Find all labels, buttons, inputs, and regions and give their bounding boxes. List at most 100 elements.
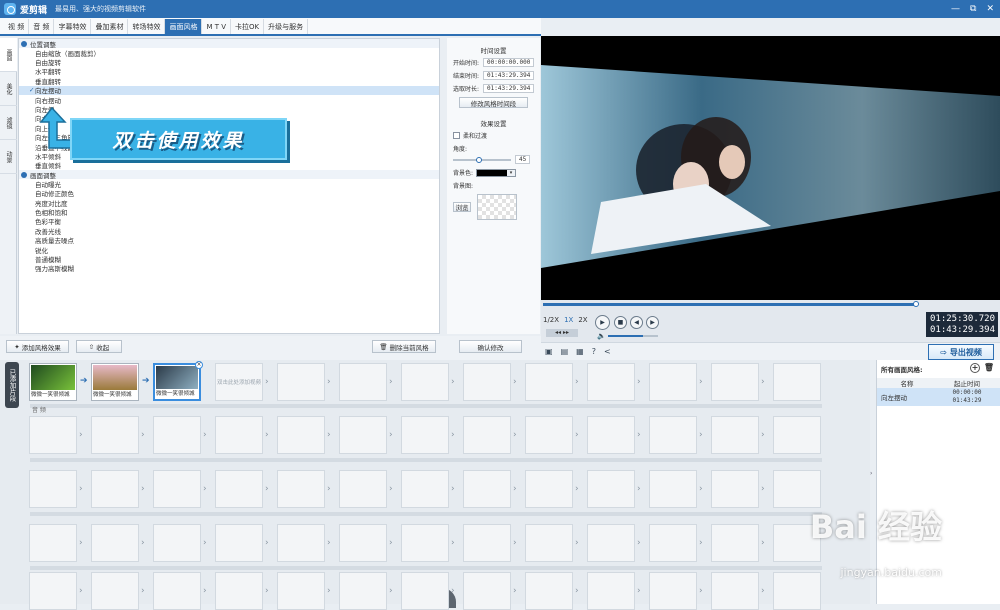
empty-slot[interactable]: [91, 524, 139, 562]
list-item[interactable]: 强力高斯模糊: [19, 264, 439, 273]
collapse-button[interactable]: ⇧ 收起: [76, 340, 122, 353]
bg-color-picker[interactable]: ▾: [476, 168, 517, 177]
list-item[interactable]: 亮度对比度: [19, 198, 439, 208]
empty-slot[interactable]: [277, 416, 325, 454]
empty-slot[interactable]: [29, 416, 77, 454]
empty-slot[interactable]: [773, 572, 821, 610]
confirm-button[interactable]: 确认修改: [459, 340, 522, 353]
empty-slot[interactable]: [339, 363, 387, 401]
empty-slot[interactable]: [587, 416, 635, 454]
tab-audio[interactable]: 音 频: [29, 19, 55, 34]
empty-slot[interactable]: [525, 470, 573, 508]
empty-slot[interactable]: [277, 470, 325, 508]
empty-slot[interactable]: [29, 470, 77, 508]
list-item[interactable]: 普通模糊: [19, 254, 439, 264]
volume-slider[interactable]: [608, 335, 658, 337]
export-video-button[interactable]: ⇨ 导出视频: [928, 344, 994, 360]
empty-slot[interactable]: [525, 524, 573, 562]
list-item[interactable]: 自动修正颜色: [19, 188, 439, 198]
empty-slot[interactable]: [463, 524, 511, 562]
open-folder-icon[interactable]: ▤: [561, 347, 569, 356]
group-adjust[interactable]: 画面调整: [19, 170, 439, 180]
save-as-icon[interactable]: ▦: [576, 347, 584, 356]
empty-slot[interactable]: [277, 524, 325, 562]
angle-value[interactable]: 45: [515, 155, 531, 164]
empty-slot[interactable]: [773, 363, 821, 401]
empty-slot[interactable]: [649, 470, 697, 508]
speed-half[interactable]: 1/2X: [543, 316, 559, 324]
chevron-down-icon[interactable]: ▾: [507, 169, 516, 176]
prev-frame-icon[interactable]: ◀: [630, 316, 643, 329]
minimize-icon[interactable]: —: [951, 4, 960, 14]
empty-slot[interactable]: [215, 524, 263, 562]
progress-knob[interactable]: [913, 301, 920, 307]
speed-2x[interactable]: 2X: [578, 316, 587, 324]
tab-upgrade[interactable]: 升级与服务: [264, 19, 309, 34]
empty-slot[interactable]: [649, 524, 697, 562]
empty-slot[interactable]: [339, 470, 387, 508]
empty-slot[interactable]: [277, 363, 325, 401]
clip-3[interactable]: 微微一笑很倾城 ×: [153, 361, 203, 401]
empty-slot[interactable]: [649, 416, 697, 454]
rewind-icon[interactable]: ◂◂ ▸▸: [546, 329, 578, 337]
restore-icon[interactable]: ⧉: [970, 4, 976, 14]
empty-slot[interactable]: [525, 363, 573, 401]
table-row[interactable]: 向左摆动 00:00:00 01:43:29: [877, 388, 1000, 406]
help-icon[interactable]: ?: [592, 347, 596, 356]
empty-slot[interactable]: [29, 572, 77, 610]
next-frame-icon[interactable]: ▶: [646, 316, 659, 329]
speed-1x[interactable]: 1X: [564, 316, 573, 324]
list-item[interactable]: 水平翻转: [19, 67, 439, 76]
list-item[interactable]: 自由缩放（画面裁剪）: [19, 48, 439, 58]
empty-slot[interactable]: [91, 470, 139, 508]
tab-transitions[interactable]: 转场特效: [128, 19, 166, 34]
list-item[interactable]: 垂直倾斜: [19, 161, 439, 170]
empty-slot[interactable]: [711, 416, 759, 454]
tab-overlay[interactable]: 叠加素材: [91, 19, 129, 34]
modify-time-button[interactable]: 修改风格时间段: [459, 97, 528, 108]
empty-slot[interactable]: [463, 416, 511, 454]
empty-slot[interactable]: [339, 524, 387, 562]
clip-1[interactable]: 微微一笑很倾城: [29, 363, 77, 401]
add-circle-icon[interactable]: +: [970, 363, 980, 373]
end-time-field[interactable]: 01:43:29.394: [483, 71, 535, 80]
save-icon[interactable]: ▣: [545, 347, 553, 356]
empty-slot[interactable]: [773, 416, 821, 454]
start-time-field[interactable]: 00:00:00.000: [483, 58, 535, 67]
empty-slot[interactable]: [401, 572, 449, 610]
tab-video[interactable]: 视 频: [4, 19, 30, 34]
tab-karaoke[interactable]: 卡拉OK: [231, 19, 265, 34]
empty-slot[interactable]: [215, 572, 263, 610]
soft-transition-checkbox[interactable]: [453, 132, 460, 139]
browse-button[interactable]: 浏览: [453, 202, 471, 212]
tab-subtitle-effects[interactable]: 字幕特效: [54, 19, 92, 34]
empty-slot[interactable]: [29, 524, 77, 562]
tab-mtv[interactable]: M T V: [202, 19, 232, 34]
empty-slot[interactable]: [215, 470, 263, 508]
empty-slot[interactable]: [587, 524, 635, 562]
list-item[interactable]: 锐化: [19, 245, 439, 255]
side-tab-picture[interactable]: 画面: [0, 38, 17, 72]
list-item-selected[interactable]: ✓ 向左摆动: [19, 85, 439, 95]
added-clips-tab[interactable]: 已添加片段: [5, 362, 19, 408]
add-style-button[interactable]: ✦ 添加风格效果: [6, 340, 69, 353]
empty-slot[interactable]: [711, 363, 759, 401]
group-position[interactable]: 位置调整: [19, 39, 439, 49]
empty-slot[interactable]: [215, 416, 263, 454]
empty-slot[interactable]: [401, 416, 449, 454]
add-video-placeholder[interactable]: 双击此处添加视频: [215, 363, 263, 401]
empty-slot[interactable]: [401, 524, 449, 562]
empty-slot[interactable]: [401, 363, 449, 401]
delete-style-button[interactable]: 🗑 删除当前风格: [372, 340, 436, 353]
side-tab-filter[interactable]: 滤镜: [0, 106, 17, 140]
side-tab-beautify[interactable]: 美化: [0, 72, 17, 106]
list-item[interactable]: 色彩平衡: [19, 217, 439, 226]
empty-slot[interactable]: [649, 363, 697, 401]
empty-slot[interactable]: [711, 572, 759, 610]
tab-picture-style[interactable]: 画面风格: [165, 19, 203, 34]
list-item[interactable]: 向右摆动: [19, 95, 439, 105]
empty-slot[interactable]: [91, 416, 139, 454]
empty-slot[interactable]: [401, 470, 449, 508]
empty-slot[interactable]: [153, 524, 201, 562]
empty-slot[interactable]: [463, 363, 511, 401]
